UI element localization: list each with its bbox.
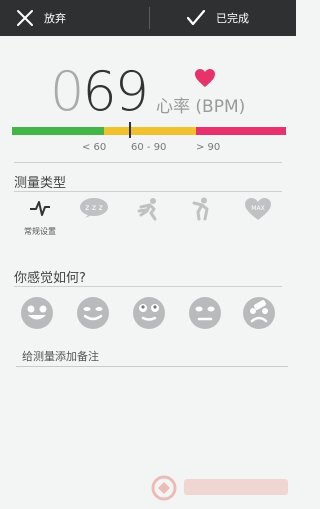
scale-label-high: > 90 bbox=[196, 142, 221, 153]
mood-sick[interactable] bbox=[242, 296, 276, 330]
scale-indicator bbox=[129, 122, 131, 138]
discard-button[interactable]: 放弃 bbox=[16, 0, 66, 36]
done-label: 已完成 bbox=[216, 12, 249, 25]
sick-face-icon bbox=[243, 297, 275, 329]
note-input[interactable] bbox=[16, 346, 288, 367]
measure-type-title: 测量类型 bbox=[14, 176, 67, 191]
scale-high-zone bbox=[196, 127, 286, 135]
measure-type-regular-label: 常规设置 bbox=[24, 227, 56, 236]
measure-type-max[interactable]: MAX bbox=[236, 197, 280, 225]
measure-type-exercise[interactable] bbox=[126, 197, 170, 225]
bpm-value: 069 bbox=[50, 60, 149, 124]
happy-face-icon bbox=[21, 297, 53, 329]
scale-label-low: < 60 bbox=[82, 142, 107, 153]
measure-type-regular[interactable]: 常规设置 bbox=[18, 197, 62, 237]
divider bbox=[14, 191, 282, 192]
scale-label-normal: 60 - 90 bbox=[131, 142, 167, 153]
heart-rate-scale bbox=[12, 127, 286, 135]
scale-normal-zone bbox=[104, 127, 196, 135]
sleep-icon: z z z bbox=[80, 198, 108, 218]
stretch-icon bbox=[192, 197, 209, 221]
scale-low-zone bbox=[12, 127, 104, 135]
max-heart-icon: MAX bbox=[245, 198, 271, 220]
runner-icon bbox=[137, 198, 157, 221]
measure-type-stretch[interactable] bbox=[180, 197, 224, 225]
close-icon bbox=[17, 10, 33, 26]
divider bbox=[14, 286, 282, 287]
checkmark-icon bbox=[186, 9, 206, 26]
measure-type-sleep[interactable]: z z z bbox=[72, 197, 116, 223]
topbar-divider bbox=[149, 7, 150, 29]
mood-grin[interactable] bbox=[76, 296, 110, 330]
surprised-face-icon bbox=[133, 297, 165, 329]
heart-icon bbox=[195, 69, 215, 87]
measure-type-list: 常规设置 z z z MAX bbox=[14, 197, 284, 247]
done-button[interactable]: 已完成 bbox=[186, 0, 249, 36]
mood-happy[interactable] bbox=[20, 296, 54, 330]
mood-list bbox=[18, 296, 280, 332]
sad-face-icon bbox=[189, 297, 221, 329]
discard-label: 放弃 bbox=[44, 12, 66, 25]
bpm-value-lead: 0 bbox=[50, 60, 84, 123]
watermark-logo bbox=[151, 475, 288, 501]
mood-surprised[interactable] bbox=[132, 296, 166, 330]
bpm-value-main: 69 bbox=[82, 60, 149, 123]
svg-text:z z z: z z z bbox=[85, 203, 103, 212]
max-badge-text: MAX bbox=[251, 205, 264, 212]
top-bar: 放弃 已完成 bbox=[0, 0, 296, 36]
grin-face-icon bbox=[77, 297, 109, 329]
pulse-icon bbox=[30, 201, 50, 216]
divider bbox=[14, 162, 282, 163]
mood-sad[interactable] bbox=[188, 296, 222, 330]
feeling-title: 你感觉如何? bbox=[14, 271, 86, 286]
bpm-unit: 心率 (BPM) bbox=[156, 97, 246, 117]
